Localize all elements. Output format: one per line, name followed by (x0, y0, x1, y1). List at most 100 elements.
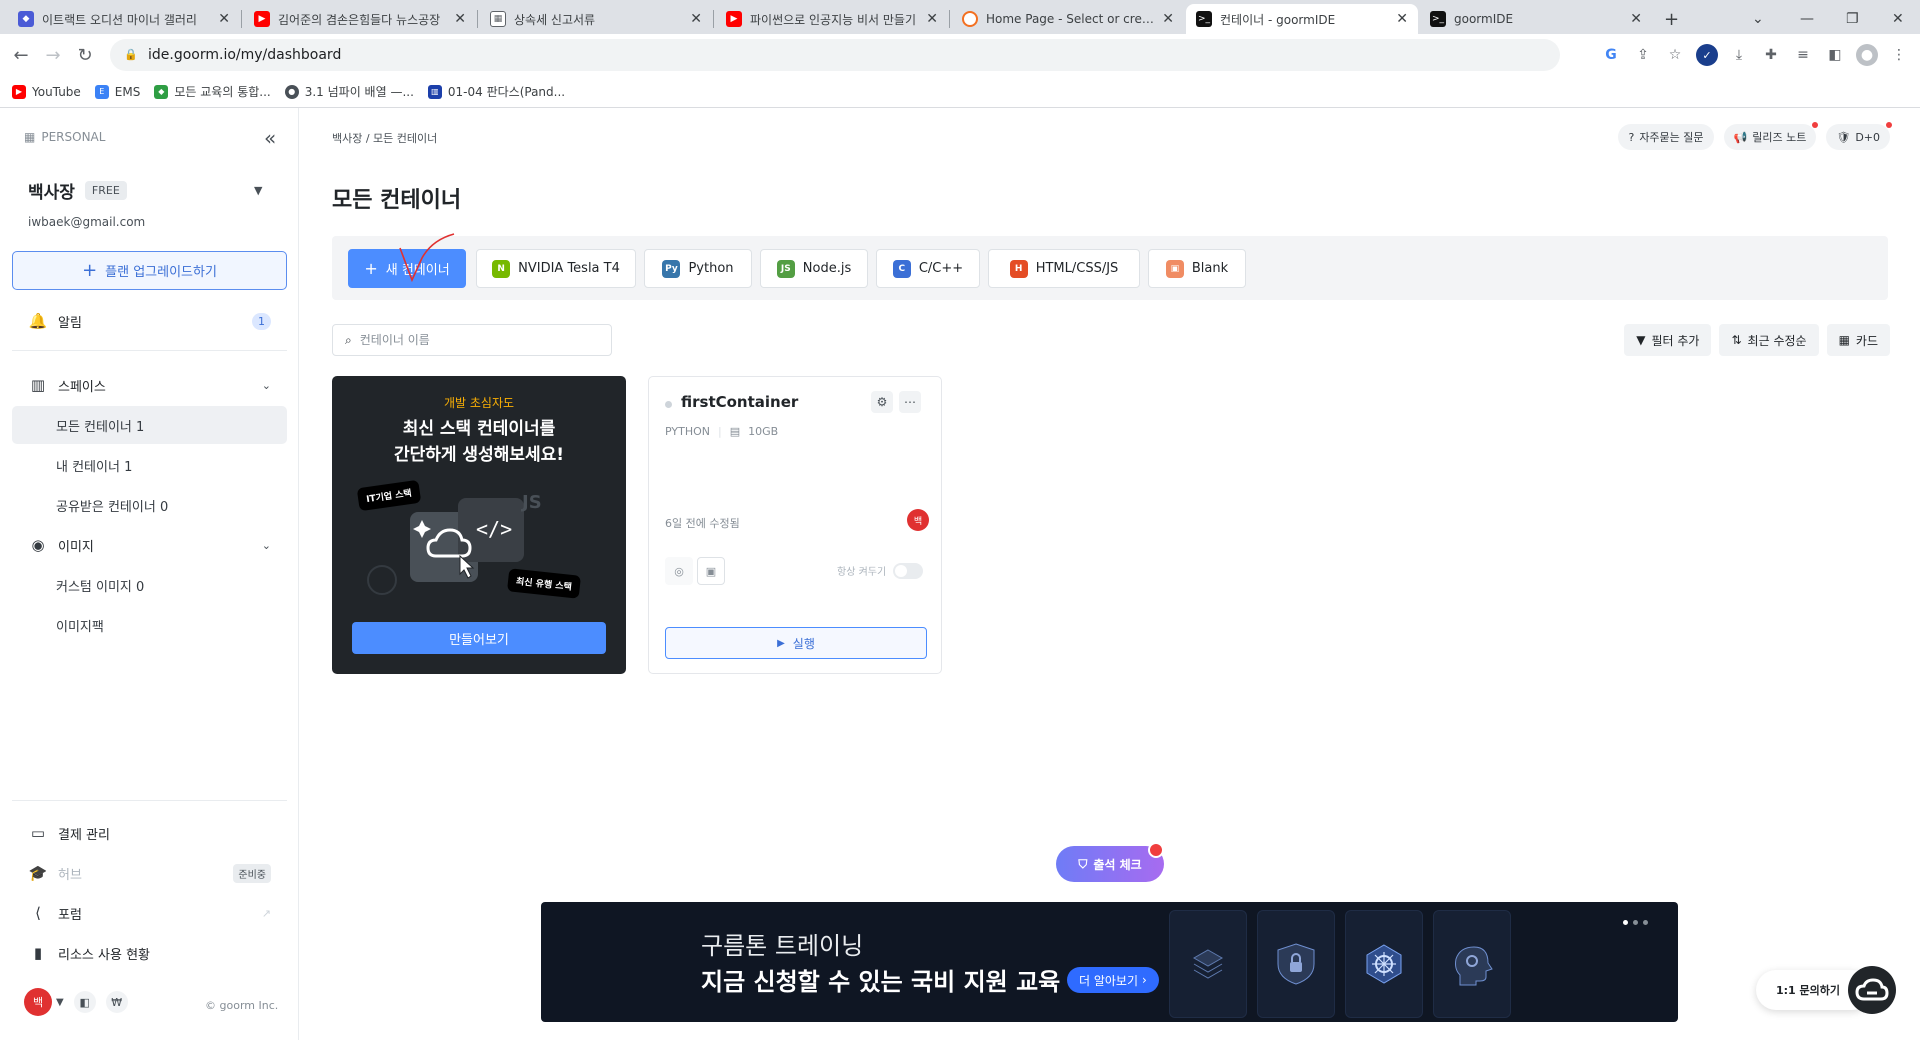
sidebar-item-resource-usage[interactable]: ▮ 리소스 사용 현황 (12, 934, 287, 972)
close-tab-icon[interactable]: ✕ (218, 11, 230, 27)
restore-window-icon[interactable]: ❐ (1846, 4, 1859, 34)
back-arrow-icon[interactable]: ← (6, 40, 36, 70)
stack-button-blank[interactable]: ▣ Blank (1148, 249, 1246, 288)
sidebar-item-label: 공유받은 컨테이너 0 (56, 499, 169, 515)
bookmark-item[interactable]: ● 3.1 넘파이 배열 —... (284, 83, 414, 100)
sidebar-item-shared-containers[interactable]: 공유받은 컨테이너 0 (12, 486, 287, 524)
view-mode-button[interactable]: ▦ 카드 (1826, 324, 1890, 356)
goorm-cloud-icon[interactable] (1848, 966, 1896, 1014)
browser-tab-active[interactable]: >_ 컨테이너 - goormIDE ✕ (1186, 4, 1418, 34)
search-input[interactable] (359, 333, 590, 347)
container-search[interactable]: ⌕ (332, 324, 612, 356)
promo-banner[interactable]: 구름톤 트레이닝 지금 신청할 수 있는 국비 지원 교육 더 알아보기 › (541, 902, 1678, 1022)
promo-create-button[interactable]: 만들어보기 (352, 622, 606, 654)
won-currency-icon[interactable]: ₩ (105, 991, 128, 1013)
browser-tab[interactable]: ▶ 파이썬으로 인공지능 비서 만들기 ✕ (716, 4, 948, 34)
sidebar-section-space[interactable]: ▥ 스페이스 ⌄ (12, 366, 287, 404)
sidebar-item-forum[interactable]: ⟨ 포럼 ↗ (12, 894, 287, 932)
upgrade-plan-label: 플랜 업그레이드하기 (105, 265, 217, 280)
account-dropdown-icon[interactable]: ▼ (254, 184, 262, 197)
bar-chart-icon: ▮ (33, 944, 43, 962)
keep-alive-toggle[interactable] (893, 563, 923, 579)
bookmark-star-icon[interactable]: ☆ (1664, 44, 1686, 66)
browser-tab[interactable]: ◆ 이트랙트 오디션 마이너 갤러리 ✕ (8, 4, 240, 34)
browser-menu-icon[interactable]: ⋮ (1888, 44, 1910, 66)
download-extension-icon[interactable]: ⤓ (1728, 44, 1750, 66)
bookmark-item[interactable]: ▶ YouTube (12, 84, 81, 99)
sidebar-item-image-pack[interactable]: 이미지팩 (12, 606, 287, 644)
close-tab-icon[interactable]: ✕ (690, 11, 702, 27)
promo-title-line: 간단하게 생성해보세요! (393, 445, 565, 465)
bookmark-label: 3.1 넘파이 배열 —... (304, 85, 414, 99)
goorm-dashboard: ▦ PERSONAL « 백사장 FREE ▼ iwbaek@gmail.com… (0, 108, 1920, 1040)
add-filter-button[interactable]: ▼ 필터 추가 (1624, 324, 1712, 356)
media-control-icon[interactable]: ≡ (1792, 44, 1814, 66)
collapse-sidebar-icon[interactable]: « (264, 126, 276, 150)
minimize-window-icon[interactable]: — (1800, 4, 1814, 34)
storage-icon: ▤ (729, 425, 741, 438)
bookmark-item[interactable]: E EMS (94, 84, 140, 99)
carousel-dot[interactable] (1643, 920, 1648, 925)
gear-icon[interactable]: ⚙ (871, 391, 893, 413)
terminal-icon[interactable]: ▣ (697, 557, 725, 585)
avatar-dropdown-icon[interactable]: ▼ (56, 997, 64, 1008)
close-window-icon[interactable]: ✕ (1892, 4, 1904, 34)
workspace-text: PERSONAL (41, 130, 106, 144)
extensions-puzzle-icon[interactable]: ✚ (1760, 44, 1782, 66)
sidebar-item-all-containers[interactable]: 모든 컨테이너 1 (12, 406, 287, 444)
share-icon[interactable]: ⇪ (1632, 44, 1654, 66)
sidebar-item-notifications[interactable]: 🔔 알림 1 (12, 302, 287, 340)
bookmark-item[interactable]: ◆ 모든 교육의 통합... (154, 83, 271, 100)
upgrade-plan-button[interactable]: + 플랜 업그레이드하기 (12, 251, 287, 290)
attendance-day-button[interactable]: 🛡 D+0 (1826, 122, 1892, 150)
bookmark-item[interactable]: ▥ 01-04 판다스(Pand... (427, 83, 565, 100)
sidebar-item-my-containers[interactable]: 내 컨테이너 1 (12, 446, 287, 484)
browser-tab[interactable]: ▦ 상속세 신고서류 ✕ (480, 4, 712, 34)
faq-button[interactable]: ? 자주묻는 질문 (1618, 124, 1714, 150)
close-tab-icon[interactable]: ✕ (454, 11, 466, 27)
stack-button-html[interactable]: H HTML/CSS/JS (988, 249, 1140, 288)
user-name: 백사장 (28, 183, 75, 203)
container-card[interactable]: firstContainer ⚙ ⋯ PYTHON | ▤ 10GB 6일 전에… (648, 376, 942, 674)
new-tab-icon[interactable]: + (1664, 4, 1679, 34)
stack-label: C/C++ (918, 261, 964, 276)
learn-more-button[interactable]: 더 알아보기 › (1067, 967, 1159, 993)
close-tab-icon[interactable]: ✕ (1396, 11, 1408, 27)
layout-toggle-icon[interactable]: ◧ (73, 991, 96, 1013)
close-tab-icon[interactable]: ✕ (1630, 11, 1642, 27)
sidebar-section-image[interactable]: ◉ 이미지 ⌄ (12, 526, 287, 564)
close-tab-icon[interactable]: ✕ (1162, 11, 1174, 27)
stack-button-nvidia[interactable]: N NVIDIA Tesla T4 (476, 249, 636, 288)
carousel-dot[interactable] (1633, 920, 1638, 925)
browser-tab[interactable]: Home Page - Select or create ✕ (952, 4, 1184, 34)
stack-button-python[interactable]: Py Python (644, 249, 752, 288)
security-shield-icon (1257, 910, 1335, 1018)
reload-icon[interactable]: ↻ (70, 40, 100, 70)
avatar[interactable]: 백 (24, 988, 52, 1016)
user-info[interactable]: 백사장 FREE (28, 178, 127, 203)
top-actions: ? 자주묻는 질문 📢 릴리즈 노트 🛡 D+0 (1618, 122, 1892, 150)
side-panel-icon[interactable]: ◧ (1824, 44, 1846, 66)
google-icon[interactable]: G (1600, 44, 1622, 66)
profile-avatar-icon[interactable]: ● (1856, 44, 1878, 66)
sidebar-divider (12, 800, 287, 801)
sidebar-item-custom-images[interactable]: 커스텀 이미지 0 (12, 566, 287, 604)
more-options-icon[interactable]: ⋯ (899, 391, 921, 413)
browser-tab[interactable]: >_ goormIDE ✕ (1420, 4, 1652, 34)
tab-search-chevron-icon[interactable]: ⌄ (1752, 4, 1764, 34)
container-name[interactable]: firstContainer (681, 393, 798, 411)
security-extension-icon[interactable]: ✓ (1696, 44, 1718, 66)
close-tab-icon[interactable]: ✕ (926, 11, 938, 27)
address-bar[interactable]: 🔒 ide.goorm.io/my/dashboard (110, 39, 1560, 71)
stack-button-nodejs[interactable]: JS Node.js (760, 249, 868, 288)
stack-button-cpp[interactable]: C C/C++ (876, 249, 980, 288)
forward-arrow-icon[interactable]: → (38, 40, 68, 70)
container-modified-time: 6일 전에 수정됨 (665, 517, 740, 530)
sidebar-item-billing[interactable]: ▭ 결제 관리 (12, 814, 287, 852)
sort-button[interactable]: ⇅ 최근 수정순 (1719, 324, 1819, 356)
run-button[interactable]: ▶ 실행 (665, 627, 927, 659)
url-port-icon[interactable]: ◎ (665, 557, 693, 585)
carousel-dot[interactable] (1623, 920, 1628, 925)
release-notes-button[interactable]: 📢 릴리즈 노트 (1723, 122, 1819, 150)
browser-tab[interactable]: ▶ 김어준의 겸손은힘들다 뉴스공장 ✕ (244, 4, 476, 34)
